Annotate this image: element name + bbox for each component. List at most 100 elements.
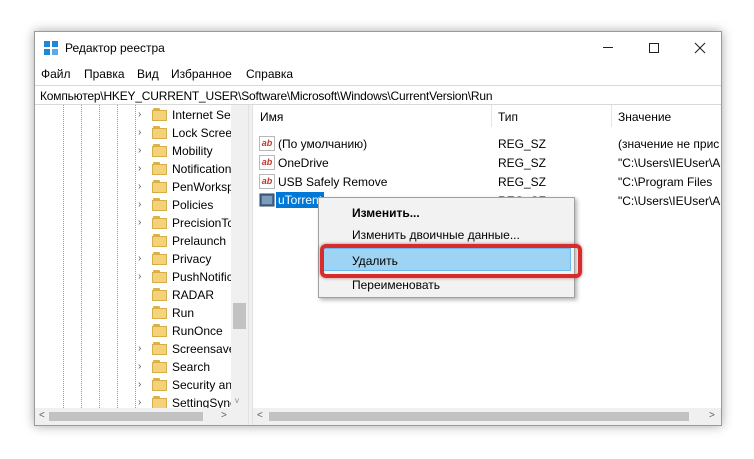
column-header-value[interactable]: Значение [611, 105, 671, 127]
table-row[interactable]: ab (По умолчанию) REG_SZ (значение не пр… [253, 134, 721, 153]
minimize-button[interactable] [585, 32, 631, 63]
expand-arrow-icon[interactable]: › [138, 380, 146, 390]
menu-favorites[interactable]: Избранное [171, 67, 232, 81]
tree-item[interactable]: › Policies [138, 196, 238, 214]
tree-item-label: Policies [172, 198, 214, 212]
utorrent-value-icon [259, 193, 275, 207]
menu-item-modify-binary[interactable]: Изменить двоичные данные... [319, 223, 574, 245]
value-type: REG_SZ [498, 156, 547, 170]
scrollbar-thumb[interactable] [233, 303, 246, 329]
tree-guide-line [63, 105, 64, 408]
close-button[interactable] [677, 32, 723, 63]
scrollbar-thumb[interactable] [269, 412, 689, 421]
value-data: (значение не прис [618, 137, 720, 151]
folder-icon [152, 342, 168, 355]
registry-editor-icon [44, 41, 58, 55]
tree-guide-line [117, 105, 118, 408]
scroll-left-icon[interactable]: < [257, 410, 263, 421]
menu-bar: Файл Правка Вид Избранное Справка [35, 63, 721, 85]
menu-help[interactable]: Справка [246, 67, 293, 81]
tree-item-label: Search [172, 360, 211, 374]
expand-arrow-icon[interactable]: › [138, 254, 146, 264]
folder-icon [152, 234, 168, 247]
list-horizontal-scrollbar[interactable]: < > [253, 408, 721, 425]
expand-arrow-icon[interactable]: › [138, 182, 146, 192]
expand-arrow-icon[interactable]: › [138, 218, 146, 228]
menu-edit[interactable]: Правка [84, 67, 125, 81]
scroll-right-icon[interactable]: > [709, 410, 715, 421]
expand-arrow-icon[interactable] [138, 308, 146, 318]
scroll-down-icon[interactable]: v [235, 396, 239, 405]
open-folder-icon [152, 306, 168, 319]
address-bar[interactable]: Компьютер\HKEY_CURRENT_USER\Software\Mic… [35, 85, 721, 105]
title-bar[interactable]: Редактор реестра [35, 32, 721, 63]
expand-arrow-icon[interactable]: › [138, 146, 146, 156]
maximize-button[interactable] [631, 32, 677, 63]
expand-arrow-icon[interactable]: › [138, 200, 146, 210]
tree-item-label: Prelaunch [172, 234, 227, 248]
tree-item[interactable]: › Privacy [138, 250, 238, 268]
expand-arrow-icon[interactable]: › [138, 164, 146, 174]
tree-item[interactable]: › Notification [138, 160, 238, 178]
table-row[interactable]: ab OneDrive REG_SZ "C:\Users\IEUser\A [253, 153, 721, 172]
window-title: Редактор реестра [65, 41, 165, 55]
tree-item[interactable]: RADAR [138, 286, 238, 304]
tree-guide-line [135, 105, 136, 408]
close-icon [694, 42, 706, 53]
expand-arrow-icon[interactable]: › [138, 128, 146, 138]
column-header-name[interactable]: Имя [253, 105, 283, 127]
tree-item-label: Security an [172, 378, 233, 392]
folder-icon [152, 108, 168, 121]
menu-item-label: Изменить... [352, 206, 420, 220]
value-data: "C:\Users\IEUser\A [618, 156, 721, 170]
tree-item[interactable]: › Security an [138, 376, 238, 394]
tree-item-selected[interactable]: Run [138, 304, 238, 322]
value-name: (По умолчанию) [278, 137, 368, 151]
expand-arrow-icon[interactable]: › [138, 110, 146, 120]
tree-item-label: RunOnce [172, 324, 223, 338]
minimize-icon [603, 47, 613, 48]
tree-item-label: Screensave [172, 342, 236, 356]
expand-arrow-icon[interactable] [138, 236, 146, 246]
tree-item[interactable]: Prelaunch [138, 232, 238, 250]
menu-item-label: Переименовать [352, 278, 440, 292]
column-header-type[interactable]: Тип [491, 105, 518, 127]
key-tree-pane[interactable]: › Internet Set › Lock Screer › Mobility … [35, 105, 248, 425]
expand-arrow-icon[interactable]: › [138, 398, 146, 408]
folder-icon [152, 198, 168, 211]
folder-icon [152, 180, 168, 193]
tree-vertical-scrollbar[interactable]: v [231, 105, 248, 408]
menu-view[interactable]: Вид [137, 67, 159, 81]
menu-file[interactable]: Файл [41, 67, 71, 81]
table-row[interactable]: ab USB Safely Remove REG_SZ "C:\Program … [253, 172, 721, 191]
expand-arrow-icon[interactable]: › [138, 272, 146, 282]
scroll-left-icon[interactable]: < [39, 410, 45, 421]
tree-item-label: Notification [172, 162, 232, 176]
tree-item[interactable]: › PrecisionTc [138, 214, 238, 232]
folder-icon [152, 378, 168, 391]
expand-arrow-icon[interactable]: › [138, 362, 146, 372]
tree-item[interactable]: RunOnce [138, 322, 238, 340]
folder-icon [152, 144, 168, 157]
expand-arrow-icon[interactable] [138, 290, 146, 300]
expand-arrow-icon[interactable]: › [138, 344, 146, 354]
tree-item-label: Lock Screer [172, 126, 237, 140]
scroll-right-icon[interactable]: > [221, 410, 227, 421]
tree-item[interactable]: › PenWorksp [138, 178, 238, 196]
tree-item[interactable]: › Internet Set [138, 106, 238, 124]
tree-item[interactable]: › Search [138, 358, 238, 376]
value-name: USB Safely Remove [278, 175, 388, 189]
tree-item[interactable]: › Mobility [138, 142, 238, 160]
scrollbar-thumb[interactable] [49, 412, 203, 421]
folder-icon [152, 324, 168, 337]
tree-item-label: PrecisionTc [172, 216, 234, 230]
expand-arrow-icon[interactable] [138, 326, 146, 336]
menu-item-label: Изменить двоичные данные... [352, 228, 520, 242]
tree-item[interactable]: › PushNotific [138, 268, 238, 286]
folder-icon [152, 162, 168, 175]
tree-guide-line [81, 105, 82, 408]
tree-item[interactable]: › Lock Screer [138, 124, 238, 142]
tree-item[interactable]: › Screensave [138, 340, 238, 358]
menu-item-modify[interactable]: Изменить... [319, 201, 574, 223]
tree-horizontal-scrollbar[interactable]: < > [35, 408, 248, 425]
